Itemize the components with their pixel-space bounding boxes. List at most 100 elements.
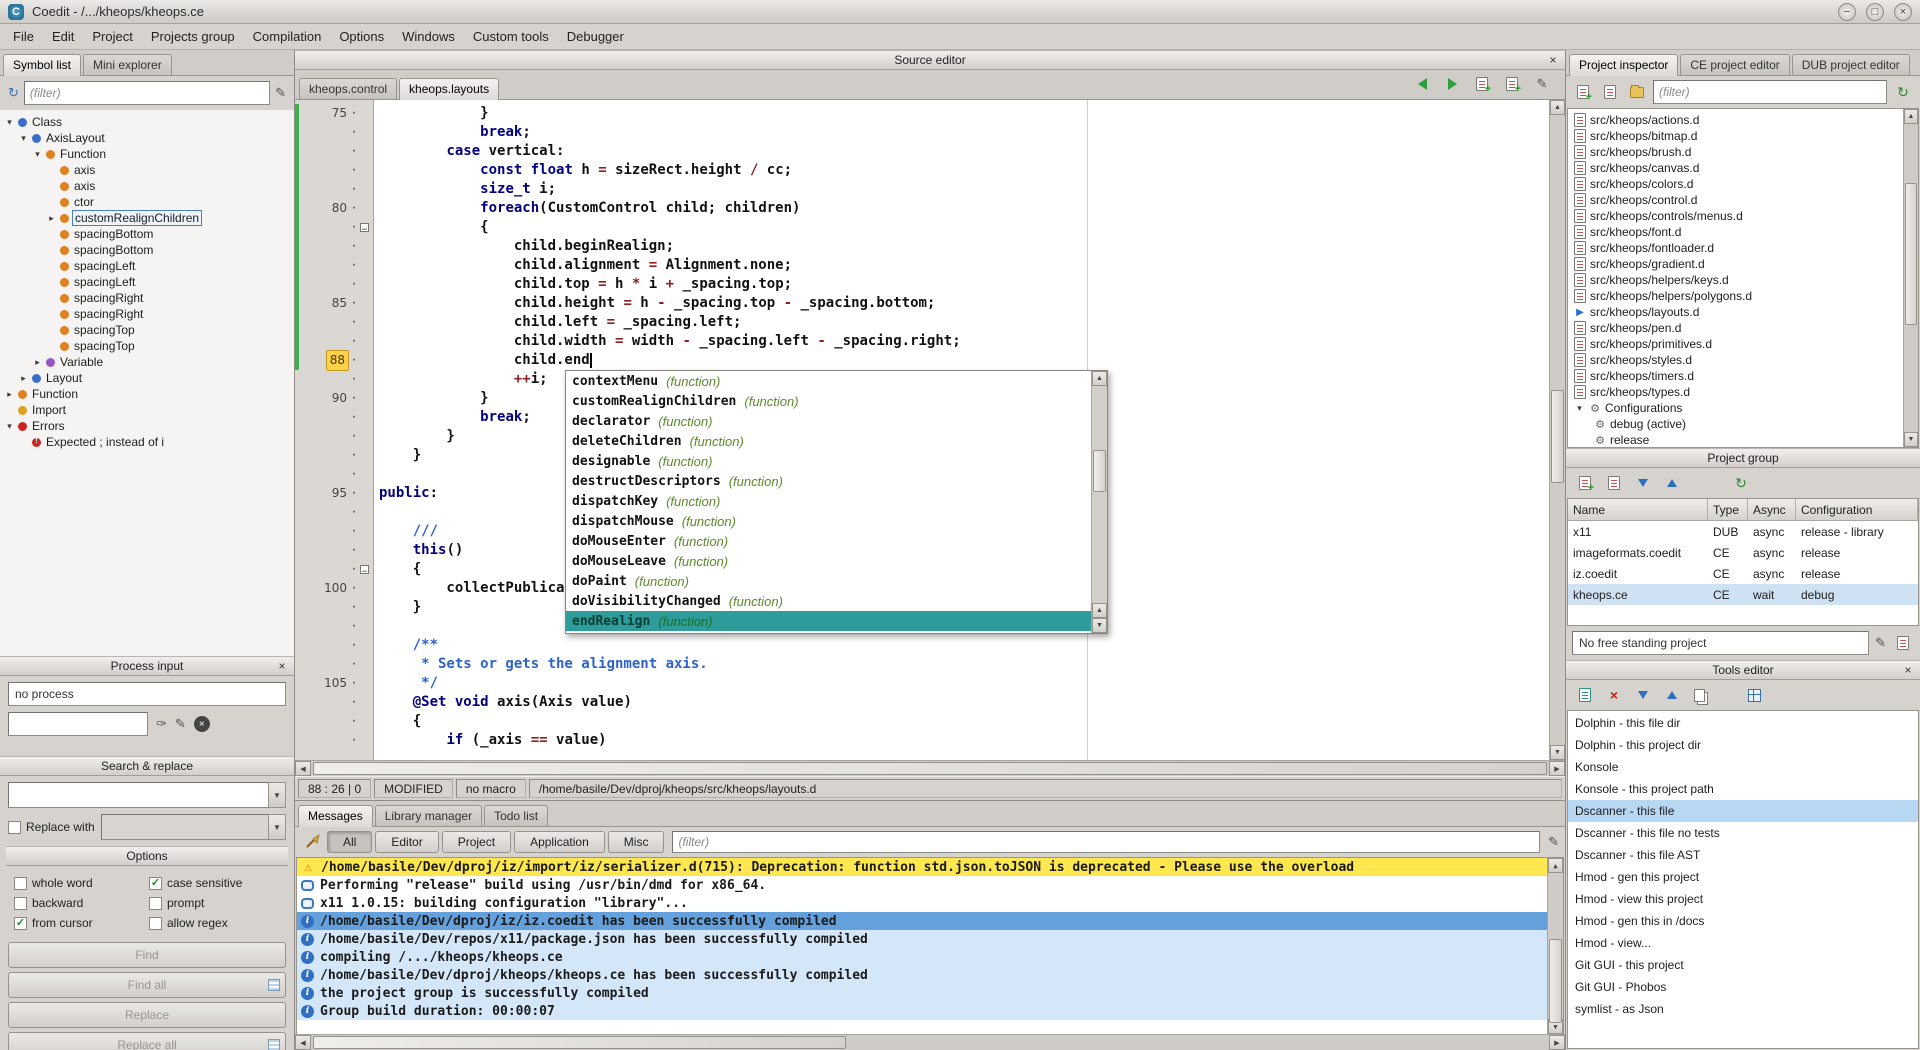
button-replace-all[interactable]: Replace all: [8, 1032, 286, 1050]
scroll-down-icon[interactable]: ▼: [1092, 618, 1107, 633]
project-row[interactable]: kheops.ceCEwaitdebug: [1568, 584, 1918, 605]
filter-options-icon[interactable]: ✎: [275, 85, 286, 101]
tool-item[interactable]: Hmod - gen this in /docs: [1568, 910, 1918, 932]
code-line[interactable]: 75· }: [295, 104, 1549, 123]
completion-item[interactable]: dispatchKey(function): [566, 491, 1091, 511]
messages-filter-input[interactable]: [672, 831, 1540, 853]
expander-icon[interactable]: ▸: [46, 213, 57, 224]
log-line[interactable]: i/home/basile/Dev/repos/x11/package.json…: [297, 930, 1547, 948]
scroll-thumb[interactable]: [1093, 450, 1106, 492]
log-line[interactable]: Performing "release" build using /usr/bi…: [297, 876, 1547, 894]
messages-tab-messages[interactable]: Messages: [298, 805, 373, 827]
expander-icon[interactable]: ▸: [32, 357, 43, 368]
symbol-item[interactable]: spacingBottom: [0, 242, 294, 258]
code-line[interactable]: · child.width = width - _spacing.left - …: [295, 332, 1549, 351]
project-file[interactable]: src/kheops/styles.d: [1570, 352, 1902, 368]
code-line[interactable]: · child.top = h * i + _spacing.top;: [295, 275, 1549, 294]
project-file[interactable]: ▶src/kheops/layouts.d: [1570, 304, 1902, 320]
editor-horizontal-scrollbar[interactable]: ◀ ▶: [295, 760, 1565, 776]
move-project-down-icon[interactable]: [1632, 472, 1654, 494]
scroll-left-icon[interactable]: ◀: [295, 761, 311, 776]
code-line[interactable]: 85· child.height = h - _spacing.top - _s…: [295, 294, 1549, 313]
messages-vertical-scrollbar[interactable]: ▲ ▼: [1547, 858, 1563, 1034]
refresh-icon[interactable]: ↻: [1892, 81, 1914, 103]
gutter-cell[interactable]: ·: [295, 180, 373, 199]
code-line[interactable]: 80· foreach(CustomControl child; childre…: [295, 199, 1549, 218]
symbol-item[interactable]: ▾AxisLayout: [0, 130, 294, 146]
scroll-down-icon[interactable]: ▼: [1550, 745, 1565, 760]
gutter-cell[interactable]: ·: [295, 712, 373, 731]
expander-icon[interactable]: ▾: [4, 117, 15, 128]
gutter-cell[interactable]: ·: [295, 655, 373, 674]
gutter-cell[interactable]: ·: [295, 123, 373, 142]
tool-item[interactable]: Konsole - this project path: [1568, 778, 1918, 800]
symbol-item[interactable]: spacingTop: [0, 338, 294, 354]
clone-tool-icon[interactable]: [1690, 684, 1712, 706]
tool-item[interactable]: Dolphin - this project dir: [1568, 734, 1918, 756]
tab-mini-explorer[interactable]: Mini explorer: [83, 54, 172, 75]
remove-tool-icon[interactable]: ×: [1603, 684, 1625, 706]
symbol-item[interactable]: axis: [0, 178, 294, 194]
menu-item-debugger[interactable]: Debugger: [558, 25, 633, 48]
gutter-cell[interactable]: ·: [295, 370, 373, 389]
gutter-cell[interactable]: ·: [295, 218, 373, 237]
tool-item[interactable]: Dscanner - this file AST: [1568, 844, 1918, 866]
filter-project[interactable]: Project: [442, 831, 511, 853]
completion-item[interactable]: designable(function): [566, 451, 1091, 471]
column-header-async[interactable]: Async: [1748, 499, 1796, 520]
filter-editor[interactable]: Editor: [375, 831, 438, 853]
replace-with-checkbox[interactable]: Replace with: [8, 820, 95, 834]
code-line[interactable]: 105· */: [295, 674, 1549, 693]
symbol-item[interactable]: ▾Errors: [0, 418, 294, 434]
checkbox-case-sensitive[interactable]: case sensitive: [149, 876, 280, 890]
messages-tab-library-manager[interactable]: Library manager: [375, 805, 482, 826]
column-header-name[interactable]: Name: [1568, 499, 1708, 520]
symbol-item[interactable]: ▸Function: [0, 386, 294, 402]
minimize-button[interactable]: −: [1838, 3, 1856, 21]
gutter-cell[interactable]: 88·: [295, 351, 373, 370]
project-file[interactable]: src/kheops/helpers/keys.d: [1570, 272, 1902, 288]
symbol-item[interactable]: spacingLeft: [0, 274, 294, 290]
menu-item-windows[interactable]: Windows: [393, 25, 464, 48]
code-line[interactable]: · /**: [295, 636, 1549, 655]
project-file[interactable]: src/kheops/primitives.d: [1570, 336, 1902, 352]
scroll-thumb[interactable]: [1551, 390, 1564, 482]
new-source-icon[interactable]: [1572, 81, 1594, 103]
tool-item[interactable]: Konsole: [1568, 756, 1918, 778]
symbol-item[interactable]: spacingLeft: [0, 258, 294, 274]
symbol-item[interactable]: Import: [0, 402, 294, 418]
project-file[interactable]: src/kheops/actions.d: [1570, 112, 1902, 128]
checkbox-prompt[interactable]: prompt: [149, 896, 280, 910]
completion-item[interactable]: doVisibilityChanged(function): [566, 591, 1091, 611]
messages-tab-todo-list[interactable]: Todo list: [484, 805, 548, 826]
expander-icon[interactable]: ▸: [4, 389, 15, 400]
process-input-field[interactable]: [8, 712, 148, 736]
move-project-up-icon[interactable]: [1661, 472, 1683, 494]
project-file[interactable]: src/kheops/pen.d: [1570, 320, 1902, 336]
project-row[interactable]: imageformats.coeditCEasyncrelease: [1568, 542, 1918, 563]
project-file[interactable]: src/kheops/controls/menus.d: [1570, 208, 1902, 224]
gutter-cell[interactable]: ·: [295, 465, 373, 484]
kill-process-icon[interactable]: ×: [194, 716, 210, 732]
messages-log[interactable]: ⚠/home/basile/Dev/dproj/iz/import/iz/ser…: [296, 857, 1564, 1034]
gutter-cell[interactable]: ·: [295, 503, 373, 522]
tool-item[interactable]: Dscanner - this file no tests: [1568, 822, 1918, 844]
project-file[interactable]: src/kheops/control.d: [1570, 192, 1902, 208]
editor-vertical-scrollbar[interactable]: ▲ ▼: [1549, 100, 1565, 760]
menu-item-options[interactable]: Options: [330, 25, 393, 48]
code-line[interactable]: · size_t i;: [295, 180, 1549, 199]
expander-icon[interactable]: ▾: [1574, 403, 1585, 414]
menu-item-projects-group[interactable]: Projects group: [142, 25, 244, 48]
configurations-node[interactable]: ▾⚙Configurations: [1570, 400, 1902, 416]
close-icon[interactable]: ×: [1901, 663, 1915, 677]
gutter-cell[interactable]: ·: [295, 598, 373, 617]
code-line[interactable]: · child.alignment = Alignment.none;: [295, 256, 1549, 275]
tab-ce-project-editor[interactable]: CE project editor: [1680, 54, 1789, 75]
files-vertical-scrollbar[interactable]: ▲ ▼: [1903, 109, 1918, 447]
project-file[interactable]: src/kheops/helpers/polygons.d: [1570, 288, 1902, 304]
code-line[interactable]: · break;: [295, 123, 1549, 142]
project-row[interactable]: x11DUBasyncrelease - library: [1568, 521, 1918, 542]
tool-item[interactable]: symlist - as Json: [1568, 998, 1918, 1020]
move-tool-down-icon[interactable]: [1632, 684, 1654, 706]
button-find-all[interactable]: Find all: [8, 972, 286, 998]
